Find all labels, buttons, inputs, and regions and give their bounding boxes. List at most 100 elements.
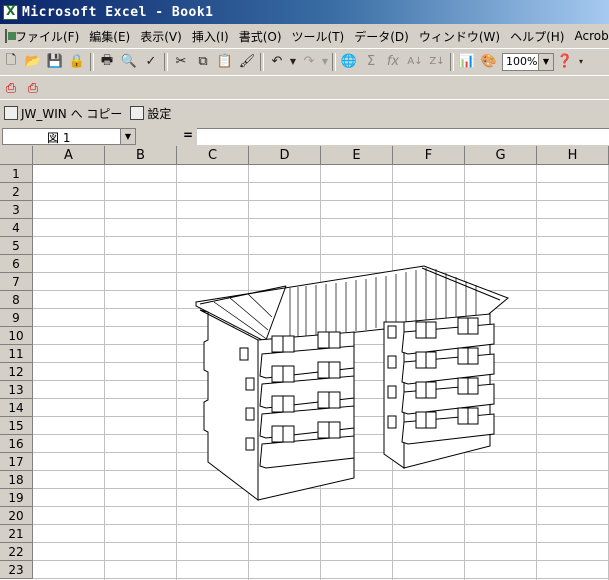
row-header[interactable]: 8 <box>0 291 33 309</box>
save-icon[interactable]: 💾 <box>44 51 66 73</box>
toolbar-separator <box>90 52 94 71</box>
row-header[interactable]: 4 <box>0 219 33 237</box>
function-icon[interactable]: fx <box>382 51 404 73</box>
convert-and-email-pdf-icon[interactable]: ⎙ <box>22 78 44 100</box>
drawing-icon[interactable]: 🎨 <box>478 51 500 73</box>
row-header[interactable]: 23 <box>0 561 33 579</box>
hyperlink-icon[interactable]: 🌐 <box>338 51 360 73</box>
toolbar-options-icon[interactable]: ▾ <box>576 51 586 73</box>
row-header[interactable]: 6 <box>0 255 33 273</box>
row-header[interactable]: 7 <box>0 273 33 291</box>
menu-insert[interactable]: 挿入(I) <box>187 28 234 45</box>
column-header[interactable]: E <box>321 146 393 165</box>
row-header[interactable]: 3 <box>0 201 33 219</box>
excel-app-icon[interactable] <box>3 4 18 20</box>
name-box[interactable]: 図 1 ▼ <box>2 128 136 145</box>
autosum-icon[interactable]: Σ <box>360 51 382 73</box>
column-header[interactable]: D <box>249 146 321 165</box>
menu-acrobat[interactable]: Acrobat(B) <box>569 29 609 43</box>
column-header[interactable]: A <box>33 146 105 165</box>
row-header[interactable]: 21 <box>0 525 33 543</box>
zoom-select[interactable]: 100% ▼ <box>502 52 554 71</box>
row-header[interactable]: 18 <box>0 471 33 489</box>
window-title: Microsoft Excel - Book1 <box>22 4 214 20</box>
paste-icon[interactable]: 📋 <box>214 51 236 73</box>
print-icon[interactable]: 🖶 <box>96 51 118 73</box>
formula-equals: = <box>183 128 194 142</box>
column-header[interactable]: C <box>177 146 249 165</box>
convert-to-pdf-icon[interactable]: ⎙ <box>0 78 22 100</box>
gridline <box>536 165 537 580</box>
gridline <box>33 236 609 237</box>
row-header[interactable]: 12 <box>0 363 33 381</box>
row-header[interactable]: 22 <box>0 543 33 561</box>
spelling-icon[interactable]: ✓ <box>140 51 162 73</box>
worksheet[interactable]: A B C D E F G H 1 2 3 4 5 6 7 8 9 10 11 12 13 14 15 16 17 18 19 20 2… <box>0 146 609 580</box>
column-header[interactable]: F <box>393 146 465 165</box>
cut-icon[interactable]: ✂ <box>170 51 192 73</box>
undo-dropdown-icon[interactable]: ▼ <box>288 51 298 73</box>
menu-bar: ファイル(F) 編集(E) 表示(V) 挿入(I) 書式(O) ツール(T) デ… <box>0 25 609 47</box>
menu-data[interactable]: データ(D) <box>349 28 414 45</box>
jw-toolbar: JW_WIN へ コピー 設定 <box>0 99 609 126</box>
row-header[interactable]: 5 <box>0 237 33 255</box>
building-drawing[interactable] <box>194 262 510 510</box>
row-header[interactable]: 15 <box>0 417 33 435</box>
column-header[interactable]: B <box>105 146 177 165</box>
zoom-value: 100% <box>506 55 538 68</box>
row-header[interactable]: 16 <box>0 435 33 453</box>
print-preview-icon[interactable]: 🔍 <box>118 51 140 73</box>
gridline <box>33 254 609 255</box>
select-all-corner[interactable] <box>0 146 33 165</box>
menu-window[interactable]: ウィンドウ(W) <box>414 28 505 45</box>
row-header[interactable]: 9 <box>0 309 33 327</box>
sort-ascending-icon[interactable]: A↓ <box>404 51 426 73</box>
gridline <box>176 165 177 580</box>
menu-file[interactable]: ファイル(F) <box>10 28 84 45</box>
jw-copy-label: JW_WIN へ コピー <box>21 106 123 121</box>
settings-label: 設定 <box>147 106 172 121</box>
copy-icon[interactable]: ⧉ <box>192 51 214 73</box>
formula-input[interactable] <box>197 128 609 145</box>
row-header[interactable]: 13 <box>0 381 33 399</box>
permission-icon[interactable]: 🔒 <box>66 51 88 73</box>
gridline <box>104 165 105 580</box>
row-header[interactable]: 19 <box>0 489 33 507</box>
undo-icon[interactable]: ↶ <box>266 51 288 73</box>
row-header[interactable]: 10 <box>0 327 33 345</box>
gridline <box>33 218 609 219</box>
format-painter-icon[interactable]: 🖌 <box>236 51 258 73</box>
menu-format[interactable]: 書式(O) <box>234 28 287 45</box>
gridline <box>33 578 609 579</box>
help-icon[interactable]: ❓ <box>554 51 576 73</box>
document-icon[interactable] <box>5 29 16 43</box>
row-header[interactable]: 11 <box>0 345 33 363</box>
standard-toolbar: 🗋 📂 💾 🔒 🖶 🔍 ✓ ✂ ⧉ 📋 🖌 ↶ ▼ ↷ ▼ 🌐 Σ fx A↓ … <box>0 48 609 74</box>
chart-wizard-icon[interactable]: 📊 <box>456 51 478 73</box>
settings-button[interactable]: 設定 <box>126 103 175 123</box>
row-header[interactable]: 17 <box>0 453 33 471</box>
sort-descending-icon[interactable]: Z↓ <box>426 51 448 73</box>
column-header[interactable]: G <box>465 146 537 165</box>
chevron-down-icon[interactable]: ▼ <box>538 53 553 70</box>
menu-view[interactable]: 表示(V) <box>135 28 187 45</box>
jw-copy-button[interactable]: JW_WIN へ コピー <box>0 103 126 123</box>
column-header[interactable]: H <box>537 146 609 165</box>
redo-dropdown-icon[interactable]: ▼ <box>320 51 330 73</box>
menu-edit[interactable]: 編集(E) <box>84 28 135 45</box>
new-icon[interactable]: 🗋 <box>0 51 22 73</box>
row-header[interactable]: 2 <box>0 183 33 201</box>
gridline <box>33 200 609 201</box>
copy-icon <box>4 106 18 120</box>
row-header[interactable]: 14 <box>0 399 33 417</box>
menu-help[interactable]: ヘルプ(H) <box>505 28 569 45</box>
title-bar: Microsoft Excel - Book1 <box>0 0 609 24</box>
row-header[interactable]: 20 <box>0 507 33 525</box>
toolbar-separator <box>332 52 336 71</box>
chevron-down-icon[interactable]: ▼ <box>120 129 135 144</box>
row-header[interactable]: 1 <box>0 165 33 183</box>
open-icon[interactable]: 📂 <box>22 51 44 73</box>
menu-tools[interactable]: ツール(T) <box>287 28 350 45</box>
toolbar-separator <box>164 52 168 71</box>
redo-icon[interactable]: ↷ <box>298 51 320 73</box>
